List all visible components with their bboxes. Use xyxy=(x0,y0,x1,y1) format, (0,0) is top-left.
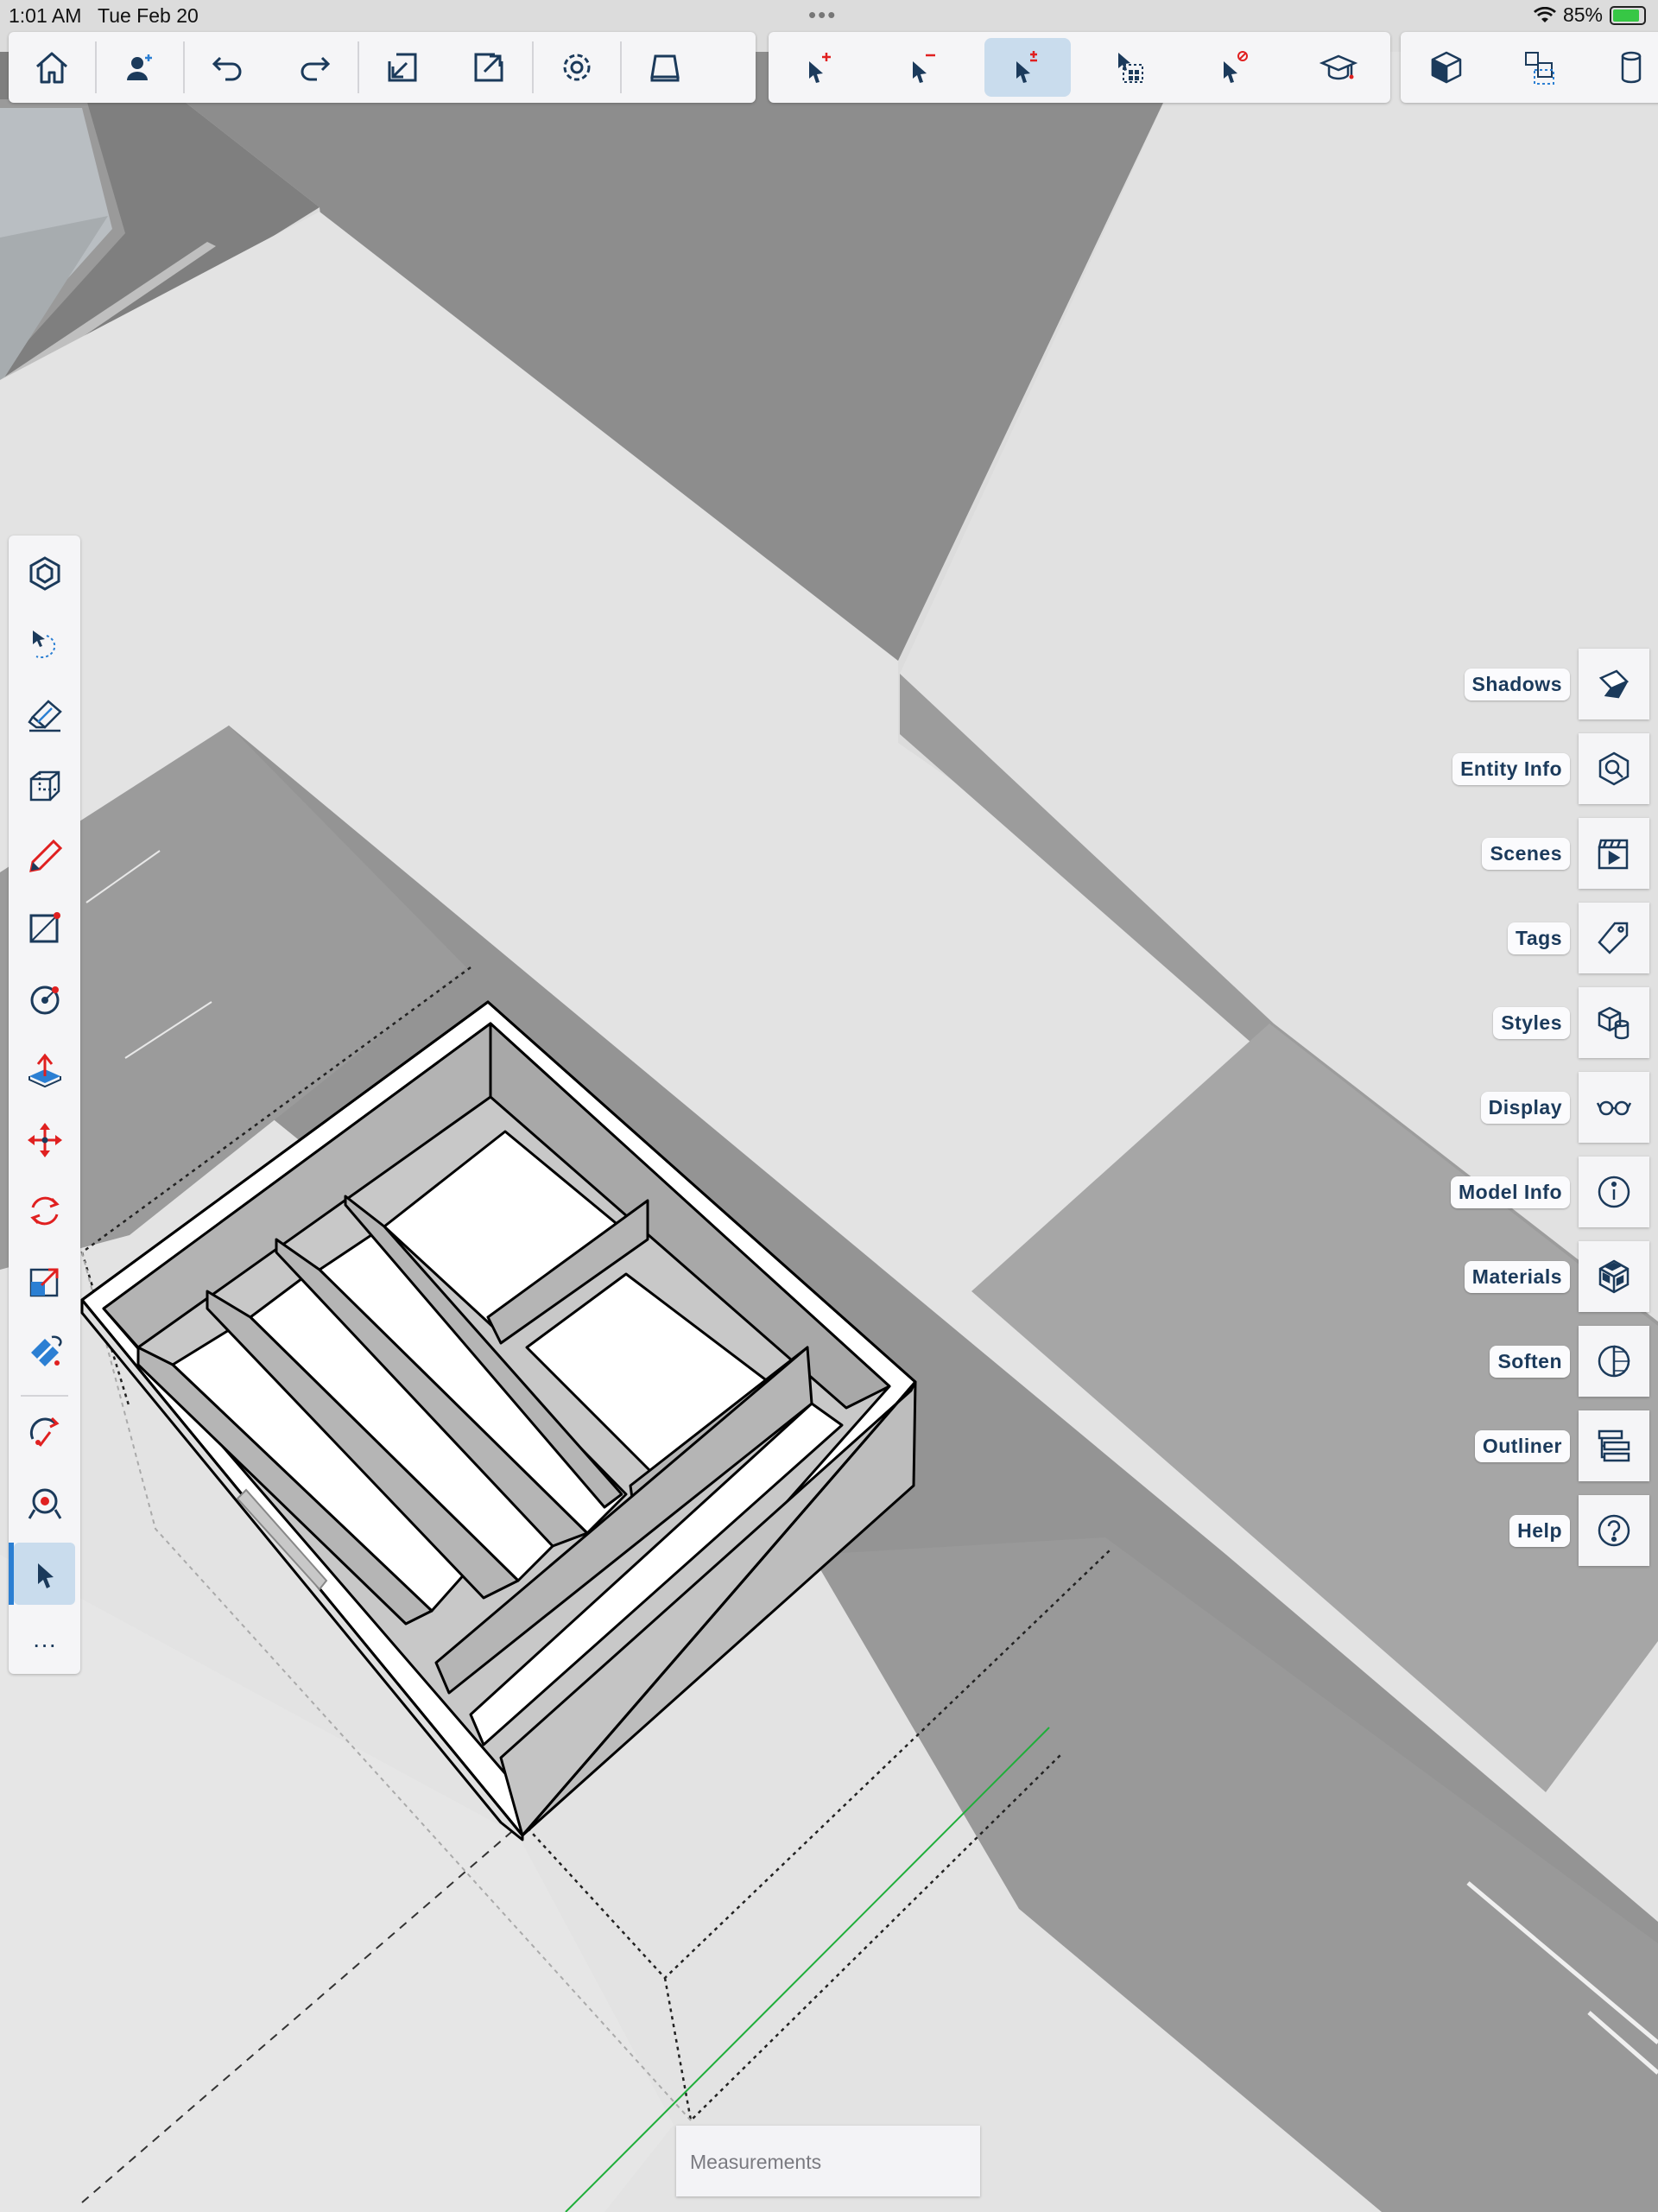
battery-icon xyxy=(1610,5,1646,25)
look-around-icon[interactable] xyxy=(14,1472,75,1534)
multitasking-dots-icon[interactable]: ••• xyxy=(808,2,837,29)
panel-label-shadows[interactable]: Shadows xyxy=(1464,668,1570,700)
undo-icon[interactable] xyxy=(185,38,271,97)
model-viewport[interactable] xyxy=(0,0,1658,2212)
learn-icon[interactable] xyxy=(1295,38,1382,97)
tags-icon[interactable] xyxy=(1579,903,1649,973)
materials-icon[interactable] xyxy=(1579,1241,1649,1312)
more-icon[interactable]: ··· xyxy=(14,1613,75,1676)
panel-styles[interactable]: Styles xyxy=(1493,987,1649,1058)
move-icon[interactable] xyxy=(14,1109,75,1171)
more-label: ··· xyxy=(32,1631,57,1657)
orbit-icon[interactable] xyxy=(14,1401,75,1463)
outer-shell-icon[interactable] xyxy=(14,542,75,605)
select-toggle-icon[interactable] xyxy=(984,38,1071,97)
panel-label-soften[interactable]: Soften xyxy=(1490,1345,1570,1378)
tool-palette: ··· xyxy=(9,536,80,1674)
view-icon[interactable] xyxy=(622,38,708,97)
panel-label-outliner[interactable]: Outliner xyxy=(1474,1429,1570,1462)
cylinder-icon[interactable] xyxy=(1588,38,1658,97)
scale-icon[interactable] xyxy=(14,1251,75,1313)
main-toolbar xyxy=(9,32,756,103)
panel-soften[interactable]: Soften xyxy=(1490,1326,1649,1397)
select-remove-icon[interactable] xyxy=(881,38,967,97)
panel-label-tags[interactable]: Tags xyxy=(1508,922,1570,954)
panel-entity-info[interactable]: Entity Info xyxy=(1452,733,1649,804)
model-info-icon[interactable] xyxy=(1579,1157,1649,1227)
wifi-icon xyxy=(1533,6,1556,22)
component-toolbar xyxy=(1401,32,1658,103)
panel-outliner[interactable]: Outliner xyxy=(1474,1410,1649,1481)
help-icon[interactable] xyxy=(1579,1495,1649,1566)
component-icon[interactable] xyxy=(1403,38,1490,97)
status-date: Tue Feb 20 xyxy=(98,4,199,27)
display-icon[interactable] xyxy=(1579,1072,1649,1143)
paint-bucket-icon[interactable] xyxy=(14,1321,75,1384)
settings-icon[interactable] xyxy=(534,38,620,97)
panel-tags[interactable]: Tags xyxy=(1508,903,1649,973)
import-icon[interactable] xyxy=(359,38,446,97)
panel-label-styles[interactable]: Styles xyxy=(1493,1006,1570,1039)
panel-label-scenes[interactable]: Scenes xyxy=(1482,837,1570,870)
box-icon[interactable] xyxy=(14,755,75,817)
pencil-icon[interactable] xyxy=(14,826,75,888)
measurements-placeholder: Measurements xyxy=(690,2151,822,2173)
panel-shadows[interactable]: Shadows xyxy=(1464,649,1649,719)
nested-component-icon[interactable] xyxy=(1496,38,1582,97)
panel-scenes[interactable]: Scenes xyxy=(1482,818,1649,889)
shadows-icon[interactable] xyxy=(1579,649,1649,719)
measurements-box[interactable]: Measurements xyxy=(676,2126,980,2196)
panel-label-model-info[interactable]: Model Info xyxy=(1451,1176,1570,1208)
select-add-icon[interactable] xyxy=(777,38,864,97)
circle-icon[interactable] xyxy=(14,967,75,1030)
selection-toolbar xyxy=(769,32,1390,103)
soften-icon[interactable] xyxy=(1579,1326,1649,1397)
home-icon[interactable] xyxy=(9,38,95,97)
status-right: 85% xyxy=(1533,3,1646,27)
export-icon[interactable] xyxy=(446,38,532,97)
status-time: 1:01 AM xyxy=(9,4,82,27)
lasso-select-icon[interactable] xyxy=(14,613,75,675)
panel-label-help[interactable]: Help xyxy=(1509,1514,1570,1547)
deselect-icon[interactable] xyxy=(1192,38,1278,97)
rotate-icon[interactable] xyxy=(14,1180,75,1242)
battery-percent: 85% xyxy=(1562,3,1603,26)
panel-display[interactable]: Display xyxy=(1480,1072,1649,1143)
rectangle-icon[interactable] xyxy=(14,897,75,959)
styles-icon[interactable] xyxy=(1579,987,1649,1058)
status-bar: 1:01 AM Tue Feb 20 ••• 85% xyxy=(0,0,1658,31)
panel-help[interactable]: Help xyxy=(1509,1495,1649,1566)
redo-icon[interactable] xyxy=(271,38,358,97)
panel-label-entity-info[interactable]: Entity Info xyxy=(1452,752,1570,785)
scenes-icon[interactable] xyxy=(1579,818,1649,889)
panel-label-materials[interactable]: Materials xyxy=(1464,1260,1570,1293)
add-user-icon[interactable] xyxy=(97,38,183,97)
select-icon[interactable] xyxy=(9,1543,75,1605)
panel-label-display[interactable]: Display xyxy=(1480,1091,1570,1124)
push-pull-icon[interactable] xyxy=(14,1038,75,1100)
panel-model-info[interactable]: Model Info xyxy=(1451,1157,1649,1227)
entity-info-icon[interactable] xyxy=(1579,733,1649,804)
panel-materials[interactable]: Materials xyxy=(1464,1241,1649,1312)
outliner-icon[interactable] xyxy=(1579,1410,1649,1481)
eraser-icon[interactable] xyxy=(14,684,75,746)
select-all-icon[interactable] xyxy=(1088,38,1174,97)
